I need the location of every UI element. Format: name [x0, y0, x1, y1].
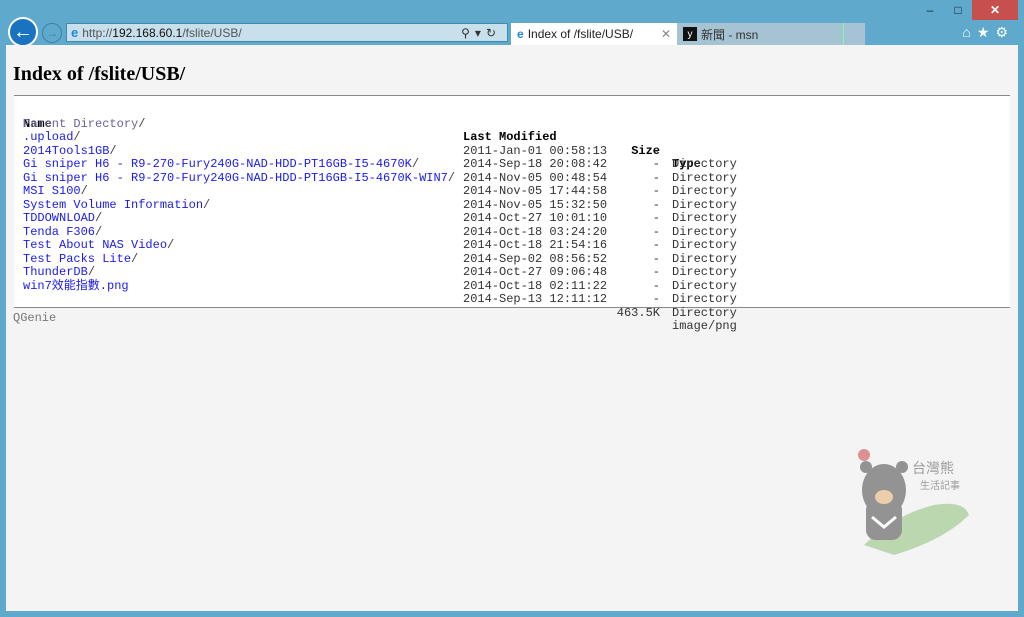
tab-close-icon[interactable]: ✕ — [661, 27, 671, 41]
name-cell: Gi sniper H6 - R9-270-Fury240G-NAD-HDD-P… — [23, 157, 420, 172]
tab-index[interactable]: e Index of /fslite/USB/ ✕ — [511, 23, 677, 45]
dir-slash: / — [109, 143, 117, 158]
dir-slash: / — [411, 157, 420, 171]
dir-slash: / — [131, 251, 139, 266]
table-row: ThunderDB/ 2014-Oct-18 02:11:22 - Direct… — [14, 265, 1010, 319]
ie-icon: e — [517, 27, 524, 41]
address-bar[interactable]: e http://192.168.60.1/fslite/USB/ ⚲▾↻ — [66, 23, 508, 42]
dir-slash: / — [447, 170, 456, 185]
tab-label: 新聞 - msn — [701, 27, 759, 42]
name-cell: Test About NAS Video/ — [23, 238, 175, 253]
entry-link[interactable]: 2014Tools1GB — [23, 144, 109, 158]
address-path: /fslite/USB/ — [182, 25, 242, 40]
minimize-button[interactable]: – — [916, 0, 944, 20]
table-row: MSI S100/ 2014-Nov-05 15:32:50 - Directo… — [14, 184, 1010, 238]
maximize-button[interactable]: □ — [944, 0, 972, 20]
address-scheme: http:// — [82, 25, 113, 40]
home-icon[interactable]: ⌂ — [962, 24, 976, 40]
entry-link[interactable]: Test Packs Lite — [23, 252, 131, 266]
table-row: Test Packs Lite/ 2014-Oct-27 09:06:48 - … — [14, 251, 1010, 306]
svg-text:台灣熊: 台灣熊 — [912, 461, 954, 477]
name-cell: Tenda F306/ — [23, 224, 103, 240]
name-cell: TDDOWNLOAD/ — [23, 211, 103, 226]
size-cell: 463.5K — [616, 305, 660, 320]
entry-link[interactable]: TDDOWNLOAD — [23, 211, 95, 225]
modified-cell: 2014-Sep-13 12:11:12 — [463, 292, 608, 306]
entry-link[interactable]: ThunderDB — [23, 265, 88, 279]
back-button[interactable]: ← — [8, 17, 38, 47]
name-cell: System Volume Information/ — [23, 197, 211, 213]
search-refresh-icons[interactable]: ⚲▾↻ — [461, 26, 501, 40]
name-cell: Gi sniper H6 - R9-270-Fury240G-NAD-HDD-P… — [23, 170, 456, 186]
dir-slash: / — [138, 116, 146, 131]
type-cell: Directory — [672, 292, 737, 306]
address-host: 192.168.60.1 — [112, 25, 183, 40]
dir-slash: / — [95, 224, 103, 239]
dir-slash: / — [73, 130, 81, 144]
close-button[interactable]: ✕ — [972, 0, 1018, 20]
toolbar-icons: ⌂★⚙ — [962, 24, 1014, 41]
name-cell: 2014Tools1GB/ — [23, 143, 117, 159]
table-row: Tenda F306/ 2014-Oct-18 21:54:16 - Direc… — [14, 224, 1010, 279]
name-cell: MSI S100/ — [23, 184, 88, 199]
page-content: Index of /fslite/USB/ Name Last Modified… — [6, 45, 1018, 611]
table-row: Gi sniper H6 - R9-270-Fury240G-NAD-HDD-P… — [14, 157, 1010, 211]
entry-link[interactable]: Test About NAS Video — [23, 238, 167, 252]
tab-msn[interactable]: y 新聞 - msn — [677, 23, 843, 45]
table-row: win7效能指數.png 2014-Sep-13 12:11:12 463.5K… — [14, 279, 1010, 333]
table-row: System Volume Information/ 2014-Oct-27 1… — [14, 197, 1010, 252]
name-cell: win7效能指數.png — [23, 279, 129, 294]
window-controls: – □ ✕ — [916, 0, 1018, 20]
type-cell: Directory — [672, 305, 737, 320]
entry-link[interactable]: System Volume Information — [23, 198, 203, 212]
entry-link[interactable]: Parent Directory — [23, 117, 138, 131]
dir-slash: / — [87, 265, 96, 279]
svg-text:生活記事: 生活記事 — [920, 479, 960, 492]
tab-label: Index of /fslite/USB/ — [527, 27, 634, 41]
dir-slash: / — [167, 238, 175, 252]
page-title: Index of /fslite/USB/ — [13, 63, 186, 85]
table-row: TDDOWNLOAD/ 2014-Oct-18 03:24:20 - Direc… — [14, 211, 1010, 265]
msn-icon: y — [683, 27, 697, 41]
table-row: .upload/ 2011-Jan-01 00:58:13 - Director… — [14, 130, 1010, 184]
type-cell: image/png — [672, 319, 737, 333]
entry-link[interactable]: Gi sniper H6 - R9-270-Fury240G-NAD-HDD-P… — [23, 171, 448, 185]
entry-link[interactable]: MSI S100 — [23, 184, 81, 198]
table-row: Parent Directory/ - Directory — [14, 116, 1010, 171]
table-row: Gi sniper H6 - R9-270-Fury240G-NAD-HDD-P… — [14, 170, 1010, 225]
table-row: Test About NAS Video/ 2014-Sep-02 08:56:… — [14, 238, 1010, 292]
directory-listing: Name Last Modified Size Type Parent Dire… — [14, 95, 1010, 333]
dir-slash: / — [80, 184, 88, 198]
name-cell: ThunderDB/ — [23, 265, 96, 280]
name-cell: Test Packs Lite/ — [23, 251, 139, 267]
star-icon[interactable]: ★ — [977, 24, 996, 40]
listing-header: Name Last Modified Size Type — [14, 104, 1010, 171]
gear-icon[interactable]: ⚙ — [995, 24, 1014, 40]
forward-button[interactable]: → — [42, 23, 62, 43]
entry-link[interactable]: .upload — [23, 130, 73, 144]
entry-link[interactable]: win7效能指數.png — [23, 279, 129, 293]
footer: QGenie — [13, 311, 57, 325]
dir-slash: / — [95, 211, 103, 225]
new-tab-button[interactable] — [843, 23, 865, 45]
watermark-logo: 台灣熊 生活記事 — [858, 449, 969, 555]
entry-link[interactable]: Tenda F306 — [23, 225, 95, 239]
table-row: 2014Tools1GB/ 2014-Sep-18 20:08:42 - Dir… — [14, 143, 1010, 198]
name-cell: Parent Directory/ — [23, 116, 146, 132]
name-cell: .upload/ — [23, 130, 81, 145]
size-cell: - — [652, 292, 660, 306]
entry-link[interactable]: Gi sniper H6 - R9-270-Fury240G-NAD-HDD-P… — [23, 157, 412, 171]
ie-icon: e — [71, 25, 79, 40]
dir-slash: / — [203, 197, 211, 212]
